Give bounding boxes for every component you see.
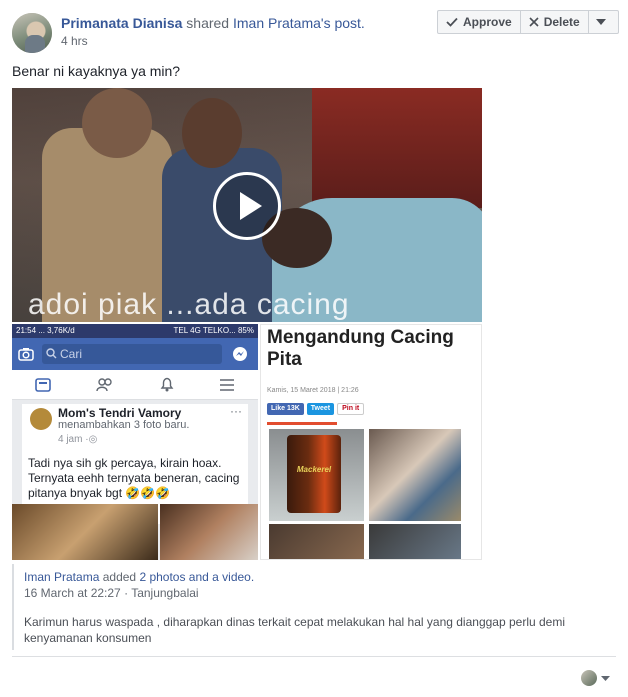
search-icon	[46, 348, 57, 359]
attachment-title: Iman Pratama added 2 photos and a video.	[24, 570, 254, 584]
fb-top-bar: Cari	[12, 338, 258, 370]
actor-name-link[interactable]: Primanata Dianisa	[61, 15, 182, 31]
video-overlay-text: adoi piak ...ada cacing	[28, 288, 350, 321]
group-post: Primanata Dianisa shared Iman Pratama's …	[0, 0, 628, 697]
checkmark-icon	[446, 17, 458, 27]
fb-more-icon: ···	[230, 404, 242, 418]
original-author-link[interactable]: Iman Pratama	[24, 570, 99, 584]
menu-icon	[220, 378, 235, 391]
attachment-added-text: added	[102, 570, 137, 584]
post-timestamp[interactable]: 4 hrs	[61, 34, 88, 48]
fb-search-box: Cari	[42, 344, 222, 364]
attachment-description: Karimun harus waspada , diharapkan dinas…	[24, 615, 566, 645]
can-label: Mackerel	[296, 465, 332, 474]
article-image-bottom-right	[369, 524, 461, 559]
attachment-location[interactable]: Tanjungbalai	[131, 586, 198, 600]
actor-selector[interactable]	[581, 670, 610, 686]
actor-avatar[interactable]	[12, 13, 52, 53]
meta-separator: ·	[120, 586, 132, 600]
article-pin-badge: Pin it	[337, 403, 365, 415]
action-text: shared	[186, 15, 230, 31]
article-tweet-badge: Tweet	[306, 403, 335, 415]
shared-post-link[interactable]: Iman Pratama's post.	[233, 15, 365, 31]
play-icon	[240, 192, 262, 220]
article-image-people	[369, 429, 461, 521]
camera-icon	[18, 348, 34, 361]
post-divider	[12, 656, 616, 657]
article-share-buttons: Like 13K Tweet Pin it	[267, 403, 365, 415]
fb-search-placeholder: Cari	[60, 347, 83, 361]
article-image-bottom-left	[269, 524, 364, 559]
status-right-text: TEL 4G TELKO... 85%	[173, 326, 254, 335]
video-thumbnail[interactable]: adoi piak ...ada cacing	[12, 88, 482, 322]
attachment-media-link[interactable]: 2 photos and a video.	[139, 570, 254, 584]
article-title: Mengandung Cacing Pita	[267, 327, 454, 370]
play-button[interactable]	[213, 172, 281, 240]
friends-icon	[96, 377, 112, 391]
fb-photos-strip	[12, 504, 258, 560]
fb-author-avatar	[30, 408, 52, 430]
globe-icon: ·◎	[85, 434, 98, 445]
status-left-text: 21:54 ... 3,76K/d	[16, 326, 75, 335]
attachment-meta: 16 March at 22:27 · Tanjungbalai	[24, 586, 199, 600]
fb-author-subtitle: menambahkan 3 foto baru.	[58, 419, 190, 431]
post-caption: Benar ni kayaknya ya min?	[12, 63, 181, 79]
article-accent-line	[267, 422, 337, 425]
caret-down-icon	[601, 675, 610, 681]
fb-post-time-text: 4 jam	[58, 434, 83, 445]
fb-tab-bar	[12, 370, 258, 400]
news-feed-icon	[34, 377, 51, 392]
actor-selector-avatar	[581, 670, 597, 686]
moderation-buttons: Approve Delete	[437, 10, 619, 34]
photo-facebook-screenshot[interactable]: 21:54 ... 3,76K/d TEL 4G TELKO... 85% Ca…	[12, 324, 258, 560]
fb-post-text: Tadi nya sih gk percaya, kirain hoax. Te…	[28, 456, 240, 500]
photo-article-screenshot[interactable]: Mengandung Cacing Pita Kamis, 15 Maret 2…	[260, 324, 482, 560]
bell-icon	[160, 377, 174, 392]
more-options-dropdown[interactable]	[589, 11, 618, 33]
approve-label: Approve	[463, 15, 512, 29]
original-post-attachment: Iman Pratama added 2 photos and a video.…	[12, 564, 616, 650]
caret-down-icon	[595, 19, 606, 25]
mackerel-can	[287, 435, 341, 513]
article-date: Kamis, 15 Maret 2018 | 21:26	[267, 387, 359, 394]
post-header: Primanata Dianisa shared Iman Pratama's …	[61, 14, 365, 32]
phone-status-bar: 21:54 ... 3,76K/d TEL 4G TELKO... 85%	[12, 324, 258, 338]
approve-button[interactable]: Approve	[438, 11, 521, 33]
messenger-icon	[233, 347, 247, 361]
delete-button[interactable]: Delete	[521, 11, 589, 33]
article-like-badge: Like 13K	[267, 403, 304, 415]
delete-label: Delete	[543, 15, 580, 29]
fb-post-time: 4 jam ·◎	[58, 434, 97, 445]
fb-author-name: Mom's Tendri Vamory	[58, 406, 182, 420]
attachment-date[interactable]: 16 March at 22:27	[24, 586, 121, 600]
x-icon	[529, 17, 539, 27]
